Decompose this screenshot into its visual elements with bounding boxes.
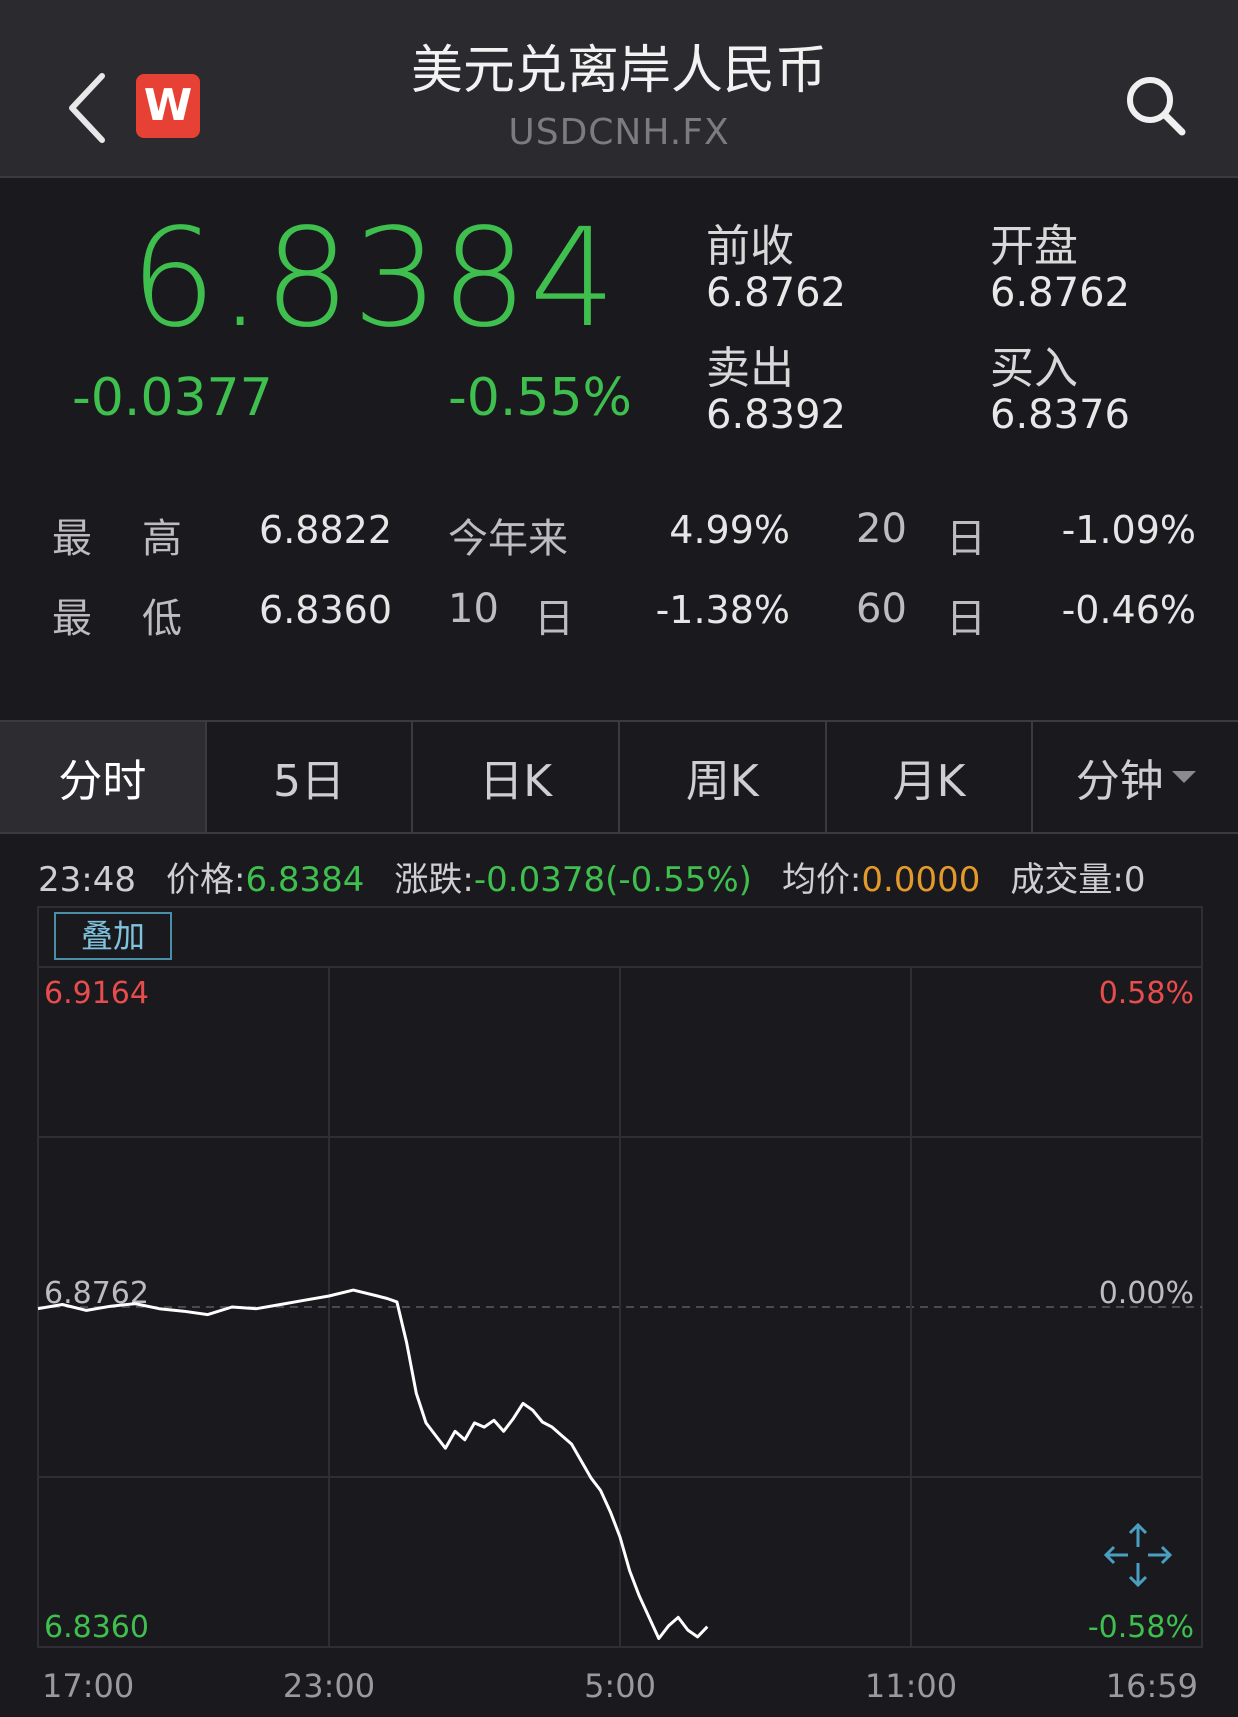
tab-minute[interactable]: 分钟 xyxy=(1033,722,1238,832)
tab-monthly-k[interactable]: 月K xyxy=(827,722,1034,832)
high-value: 6.8822 xyxy=(259,508,392,552)
sell-label: 卖出 xyxy=(706,343,794,394)
ytd-value: 4.99% xyxy=(669,508,790,552)
symbol-code: USDCNH.FX xyxy=(508,112,730,153)
chevron-down-icon xyxy=(1171,771,1196,783)
low-value: 6.8360 xyxy=(259,588,392,632)
crosshair-info-bar: 23:48 价格:6.8384 涨跌:-0.0378(-0.55%) 均价:0.000… xyxy=(38,852,1145,901)
price-change: -0.0377 xyxy=(72,368,273,428)
d10-value: -1.38% xyxy=(655,588,790,632)
x-axis-label: 23:00 xyxy=(283,1667,375,1705)
d20-value: -1.09% xyxy=(1061,508,1196,552)
tab-monthly-k-label: 月K xyxy=(892,756,966,807)
info-avg: 0.0000 xyxy=(861,860,981,900)
tab-weekly-k-label: 周K xyxy=(685,756,759,807)
tab-daily-k[interactable]: 日K xyxy=(413,722,621,832)
d20-unit: 日 xyxy=(946,516,986,562)
info-change-label: 涨跌: xyxy=(394,860,474,900)
y-axis-right-label: -0.58% xyxy=(1088,1610,1194,1645)
d20-number: 20 xyxy=(856,506,907,552)
d60-unit: 日 xyxy=(946,596,986,642)
d60-value: -0.46% xyxy=(1061,588,1196,632)
search-icon[interactable] xyxy=(1120,70,1190,140)
current-price: 6.8384 xyxy=(130,200,618,358)
tab-daily-k-label: 日K xyxy=(479,756,553,807)
intraday-chart[interactable]: 6.9164 0.58%6.8762 0.00%6.8360 -0.58%17:00 2… xyxy=(0,905,1238,1717)
x-axis-label: 11:00 xyxy=(865,1667,957,1705)
tab-intraday-label: 分时 xyxy=(58,756,147,807)
x-axis-label: 16:59 xyxy=(1106,1667,1198,1705)
open-value: 6.8762 xyxy=(990,270,1130,316)
info-avg-label: 均价: xyxy=(781,860,862,900)
ytd-label: 今年来 xyxy=(448,516,568,562)
chart-series xyxy=(37,1288,709,1640)
price-line xyxy=(37,1288,709,1640)
high-label-1: 最 xyxy=(52,516,92,562)
y-axis-right-label: 0.00% xyxy=(1099,1276,1194,1311)
info-time: 23:48 xyxy=(38,860,136,900)
x-axis-label: 17:00 xyxy=(42,1667,134,1705)
tab-weekly-k[interactable]: 周K xyxy=(620,722,827,832)
page-title: 美元兑离岸人民币 xyxy=(410,41,827,101)
d10-unit: 日 xyxy=(534,596,574,642)
low-label-1: 最 xyxy=(52,596,92,642)
info-price: 6.8384 xyxy=(245,860,365,900)
info-volume-label: 成交量: xyxy=(1010,860,1124,900)
prev-close-value: 6.8762 xyxy=(706,270,846,316)
tab-5day[interactable]: 5日 xyxy=(207,722,414,832)
high-label-2: 高 xyxy=(142,516,182,562)
overlay-button[interactable]: 叠加 xyxy=(54,912,172,960)
x-axis-label: 5:00 xyxy=(584,1667,656,1705)
buy-label: 买入 xyxy=(990,343,1078,394)
y-axis-right-label: 0.58% xyxy=(1099,976,1194,1011)
sell-value: 6.8392 xyxy=(706,392,846,438)
tab-5day-label: 5日 xyxy=(273,756,345,807)
d60-number: 60 xyxy=(856,586,907,632)
buy-value: 6.8376 xyxy=(990,392,1130,438)
info-price-label: 价格: xyxy=(165,860,246,900)
tab-minute-label: 分钟 xyxy=(1075,756,1164,807)
info-change: -0.0378(-0.55%) xyxy=(473,860,752,900)
tab-intraday[interactable]: 分时 xyxy=(0,722,207,832)
info-volume: 0 xyxy=(1123,860,1146,900)
prev-close-label: 前收 xyxy=(706,221,794,272)
y-axis-left-label: 6.8360 xyxy=(44,1610,149,1645)
open-label: 开盘 xyxy=(990,221,1078,272)
price-change-percent: -0.55% xyxy=(448,368,632,428)
y-axis-left-label: 6.9164 xyxy=(44,976,149,1011)
low-label-2: 低 xyxy=(142,596,182,642)
fullscreen-icon[interactable] xyxy=(1103,1522,1173,1588)
period-tabs: 分时 5日 日K 周K 月K 分钟 xyxy=(0,720,1238,834)
d10-number: 10 xyxy=(448,586,499,632)
